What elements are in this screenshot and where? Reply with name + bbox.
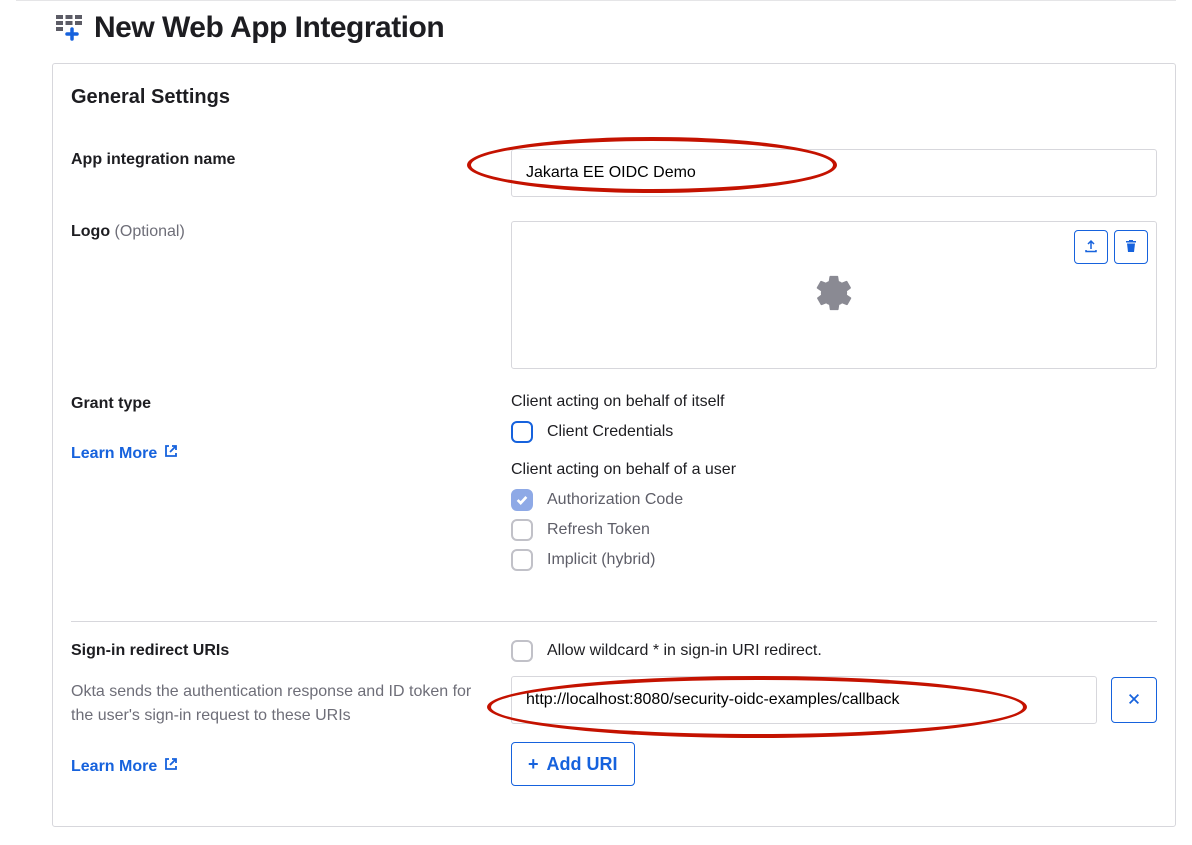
grant-type-label: Grant type [71, 393, 487, 415]
client-credentials-label: Client Credentials [547, 423, 673, 441]
add-uri-button[interactable]: + Add URI [511, 742, 635, 786]
redirect-uri-input[interactable] [511, 676, 1097, 724]
trash-icon [1123, 238, 1139, 257]
logo-preview-box [511, 221, 1157, 369]
grant-type-row: Grant type Learn More [71, 381, 1157, 601]
general-settings-card: General Settings App integration name Lo… [52, 63, 1176, 827]
implicit-label: Implicit (hybrid) [547, 551, 655, 569]
plus-icon: + [528, 754, 539, 775]
upload-logo-button[interactable] [1074, 230, 1108, 264]
app-name-row: App integration name [71, 137, 1157, 209]
learn-more-redirect-link[interactable]: Learn More [71, 756, 179, 777]
remove-uri-button[interactable] [1111, 677, 1157, 723]
section-title: General Settings [71, 86, 1157, 109]
wildcard-label: Allow wildcard * in sign-in URI redirect… [547, 642, 822, 660]
redirect-label: Sign-in redirect URIs [71, 640, 487, 662]
redirect-help-text: Okta sends the authentication response a… [71, 680, 487, 728]
grant-self-heading: Client acting on behalf of itself [511, 393, 1157, 411]
refresh-token-checkbox[interactable] [511, 519, 533, 541]
gear-icon [813, 272, 855, 319]
auth-code-checkbox[interactable] [511, 489, 533, 511]
app-name-label: App integration name [71, 149, 487, 171]
logo-label: Logo (Optional) [71, 221, 487, 243]
external-link-icon [163, 443, 179, 464]
auth-code-label: Authorization Code [547, 491, 683, 509]
implicit-checkbox[interactable] [511, 549, 533, 571]
wildcard-checkbox[interactable] [511, 640, 533, 662]
app-grid-icon [56, 15, 82, 41]
close-icon [1127, 689, 1141, 712]
client-credentials-checkbox[interactable] [511, 421, 533, 443]
redirect-row: Sign-in redirect URIs Okta sends the aut… [71, 628, 1157, 798]
delete-logo-button[interactable] [1114, 230, 1148, 264]
divider [71, 621, 1157, 622]
optional-label: (Optional) [115, 223, 185, 240]
page-title: New Web App Integration [94, 11, 444, 45]
logo-row: Logo (Optional) [71, 209, 1157, 381]
external-link-icon [163, 756, 179, 777]
app-name-input[interactable] [511, 149, 1157, 197]
learn-more-grant-link[interactable]: Learn More [71, 443, 179, 464]
grant-user-heading: Client acting on behalf of a user [511, 461, 1157, 479]
refresh-token-label: Refresh Token [547, 521, 650, 539]
upload-icon [1083, 238, 1099, 257]
